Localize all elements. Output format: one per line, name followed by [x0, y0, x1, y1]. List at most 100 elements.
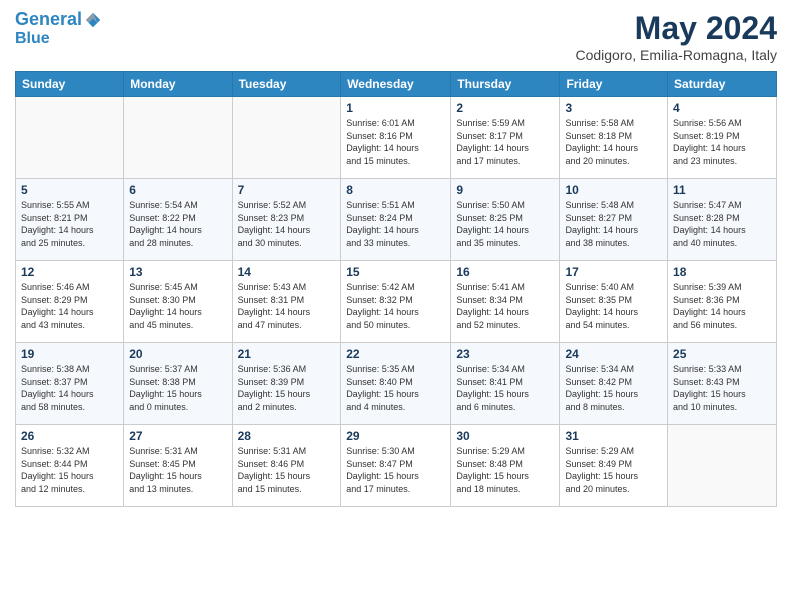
- day-number: 22: [346, 347, 445, 361]
- day-number: 17: [565, 265, 662, 279]
- day-info: Sunrise: 5:41 AM Sunset: 8:34 PM Dayligh…: [456, 281, 554, 331]
- day-number: 23: [456, 347, 554, 361]
- day-number: 11: [673, 183, 771, 197]
- day-info: Sunrise: 5:31 AM Sunset: 8:46 PM Dayligh…: [238, 445, 336, 495]
- day-info: Sunrise: 5:33 AM Sunset: 8:43 PM Dayligh…: [673, 363, 771, 413]
- day-info: Sunrise: 5:43 AM Sunset: 8:31 PM Dayligh…: [238, 281, 336, 331]
- day-info: Sunrise: 5:54 AM Sunset: 8:22 PM Dayligh…: [129, 199, 226, 249]
- title-block: May 2024 Codigoro, Emilia-Romagna, Italy: [575, 10, 777, 63]
- day-number: 10: [565, 183, 662, 197]
- header: General Blue May 2024 Codigoro, Emilia-R…: [15, 10, 777, 63]
- day-number: 30: [456, 429, 554, 443]
- calendar-cell: 28 Sunrise: 5:31 AM Sunset: 8:46 PM Dayli…: [232, 425, 341, 507]
- day-number: 18: [673, 265, 771, 279]
- day-info: Sunrise: 5:56 AM Sunset: 8:19 PM Dayligh…: [673, 117, 771, 167]
- day-number: 21: [238, 347, 336, 361]
- subtitle: Codigoro, Emilia-Romagna, Italy: [575, 47, 777, 63]
- calendar-cell: 12Sunrise: 5:46 AM Sunset: 8:29 PM Dayli…: [16, 261, 124, 343]
- week-row-2: 5 Sunrise: 5:55 AM Sunset: 8:21 PM Daylig…: [16, 179, 777, 261]
- calendar-cell: 17 Sunrise: 5:40 AM Sunset: 8:35 PM Dayli…: [560, 261, 668, 343]
- day-number: 25: [673, 347, 771, 361]
- weekday-header-wednesday: Wednesday: [341, 72, 451, 97]
- logo-text: General: [15, 10, 82, 30]
- weekday-header-friday: Friday: [560, 72, 668, 97]
- day-info: Sunrise: 5:58 AM Sunset: 8:18 PM Dayligh…: [565, 117, 662, 167]
- day-number: 28: [238, 429, 336, 443]
- day-number: 8: [346, 183, 445, 197]
- day-info: Sunrise: 5:48 AM Sunset: 8:27 PM Dayligh…: [565, 199, 662, 249]
- calendar-cell: 29Sunrise: 5:30 AM Sunset: 8:47 PM Dayli…: [341, 425, 451, 507]
- day-info: Sunrise: 5:29 AM Sunset: 8:48 PM Dayligh…: [456, 445, 554, 495]
- day-info: Sunrise: 5:42 AM Sunset: 8:32 PM Dayligh…: [346, 281, 445, 331]
- calendar-cell: 20Sunrise: 5:37 AM Sunset: 8:38 PM Dayli…: [124, 343, 232, 425]
- day-info: Sunrise: 5:52 AM Sunset: 8:23 PM Dayligh…: [238, 199, 336, 249]
- calendar-cell: 24 Sunrise: 5:34 AM Sunset: 8:42 PM Dayli…: [560, 343, 668, 425]
- calendar-cell: 18 Sunrise: 5:39 AM Sunset: 8:36 PM Dayli…: [668, 261, 777, 343]
- calendar-cell: 15 Sunrise: 5:42 AM Sunset: 8:32 PM Dayli…: [341, 261, 451, 343]
- week-row-3: 12Sunrise: 5:46 AM Sunset: 8:29 PM Dayli…: [16, 261, 777, 343]
- day-number: 24: [565, 347, 662, 361]
- logo-blue: Blue: [15, 30, 102, 48]
- day-number: 13: [129, 265, 226, 279]
- calendar-cell: 14Sunrise: 5:43 AM Sunset: 8:31 PM Dayli…: [232, 261, 341, 343]
- week-row-1: 1 Sunrise: 6:01 AM Sunset: 8:16 PM Daylig…: [16, 97, 777, 179]
- calendar-cell: 9 Sunrise: 5:50 AM Sunset: 8:25 PM Daylig…: [451, 179, 560, 261]
- calendar-cell: 19Sunrise: 5:38 AM Sunset: 8:37 PM Dayli…: [16, 343, 124, 425]
- day-number: 15: [346, 265, 445, 279]
- day-info: Sunrise: 5:34 AM Sunset: 8:42 PM Dayligh…: [565, 363, 662, 413]
- day-number: 12: [21, 265, 118, 279]
- day-info: Sunrise: 5:32 AM Sunset: 8:44 PM Dayligh…: [21, 445, 118, 495]
- day-info: Sunrise: 5:50 AM Sunset: 8:25 PM Dayligh…: [456, 199, 554, 249]
- day-info: Sunrise: 5:35 AM Sunset: 8:40 PM Dayligh…: [346, 363, 445, 413]
- day-info: Sunrise: 6:01 AM Sunset: 8:16 PM Dayligh…: [346, 117, 445, 167]
- day-number: 7: [238, 183, 336, 197]
- day-number: 20: [129, 347, 226, 361]
- day-number: 27: [129, 429, 226, 443]
- day-number: 9: [456, 183, 554, 197]
- calendar-cell: 31 Sunrise: 5:29 AM Sunset: 8:49 PM Dayli…: [560, 425, 668, 507]
- day-info: Sunrise: 5:55 AM Sunset: 8:21 PM Dayligh…: [21, 199, 118, 249]
- calendar-cell: 22 Sunrise: 5:35 AM Sunset: 8:40 PM Dayli…: [341, 343, 451, 425]
- calendar-cell: 7 Sunrise: 5:52 AM Sunset: 8:23 PM Daylig…: [232, 179, 341, 261]
- main-title: May 2024: [575, 10, 777, 47]
- calendar-cell: 11 Sunrise: 5:47 AM Sunset: 8:28 PM Dayli…: [668, 179, 777, 261]
- calendar-cell: 6Sunrise: 5:54 AM Sunset: 8:22 PM Daylig…: [124, 179, 232, 261]
- calendar-cell: [232, 97, 341, 179]
- day-info: Sunrise: 5:40 AM Sunset: 8:35 PM Dayligh…: [565, 281, 662, 331]
- day-info: Sunrise: 5:39 AM Sunset: 8:36 PM Dayligh…: [673, 281, 771, 331]
- week-row-5: 26 Sunrise: 5:32 AM Sunset: 8:44 PM Dayli…: [16, 425, 777, 507]
- calendar-table: SundayMondayTuesdayWednesdayThursdayFrid…: [15, 71, 777, 507]
- day-info: Sunrise: 5:45 AM Sunset: 8:30 PM Dayligh…: [129, 281, 226, 331]
- calendar-cell: 2 Sunrise: 5:59 AM Sunset: 8:17 PM Daylig…: [451, 97, 560, 179]
- week-row-4: 19Sunrise: 5:38 AM Sunset: 8:37 PM Dayli…: [16, 343, 777, 425]
- day-info: Sunrise: 5:38 AM Sunset: 8:37 PM Dayligh…: [21, 363, 118, 413]
- day-info: Sunrise: 5:47 AM Sunset: 8:28 PM Dayligh…: [673, 199, 771, 249]
- weekday-header-row: SundayMondayTuesdayWednesdayThursdayFrid…: [16, 72, 777, 97]
- day-number: 2: [456, 101, 554, 115]
- day-number: 26: [21, 429, 118, 443]
- day-info: Sunrise: 5:31 AM Sunset: 8:45 PM Dayligh…: [129, 445, 226, 495]
- weekday-header-sunday: Sunday: [16, 72, 124, 97]
- calendar-cell: [16, 97, 124, 179]
- calendar-cell: 21 Sunrise: 5:36 AM Sunset: 8:39 PM Dayli…: [232, 343, 341, 425]
- calendar-cell: 1 Sunrise: 6:01 AM Sunset: 8:16 PM Daylig…: [341, 97, 451, 179]
- calendar-cell: 4Sunrise: 5:56 AM Sunset: 8:19 PM Daylig…: [668, 97, 777, 179]
- day-info: Sunrise: 5:36 AM Sunset: 8:39 PM Dayligh…: [238, 363, 336, 413]
- day-info: Sunrise: 5:34 AM Sunset: 8:41 PM Dayligh…: [456, 363, 554, 413]
- day-info: Sunrise: 5:59 AM Sunset: 8:17 PM Dayligh…: [456, 117, 554, 167]
- day-info: Sunrise: 5:29 AM Sunset: 8:49 PM Dayligh…: [565, 445, 662, 495]
- weekday-header-monday: Monday: [124, 72, 232, 97]
- calendar-cell: 27 Sunrise: 5:31 AM Sunset: 8:45 PM Dayli…: [124, 425, 232, 507]
- day-number: 29: [346, 429, 445, 443]
- calendar-cell: 10 Sunrise: 5:48 AM Sunset: 8:27 PM Dayli…: [560, 179, 668, 261]
- day-number: 5: [21, 183, 118, 197]
- day-number: 31: [565, 429, 662, 443]
- calendar-cell: 23 Sunrise: 5:34 AM Sunset: 8:41 PM Dayli…: [451, 343, 560, 425]
- day-number: 1: [346, 101, 445, 115]
- calendar-cell: 30 Sunrise: 5:29 AM Sunset: 8:48 PM Dayli…: [451, 425, 560, 507]
- day-number: 16: [456, 265, 554, 279]
- calendar-cell: 25 Sunrise: 5:33 AM Sunset: 8:43 PM Dayli…: [668, 343, 777, 425]
- weekday-header-tuesday: Tuesday: [232, 72, 341, 97]
- calendar-cell: [124, 97, 232, 179]
- weekday-header-thursday: Thursday: [451, 72, 560, 97]
